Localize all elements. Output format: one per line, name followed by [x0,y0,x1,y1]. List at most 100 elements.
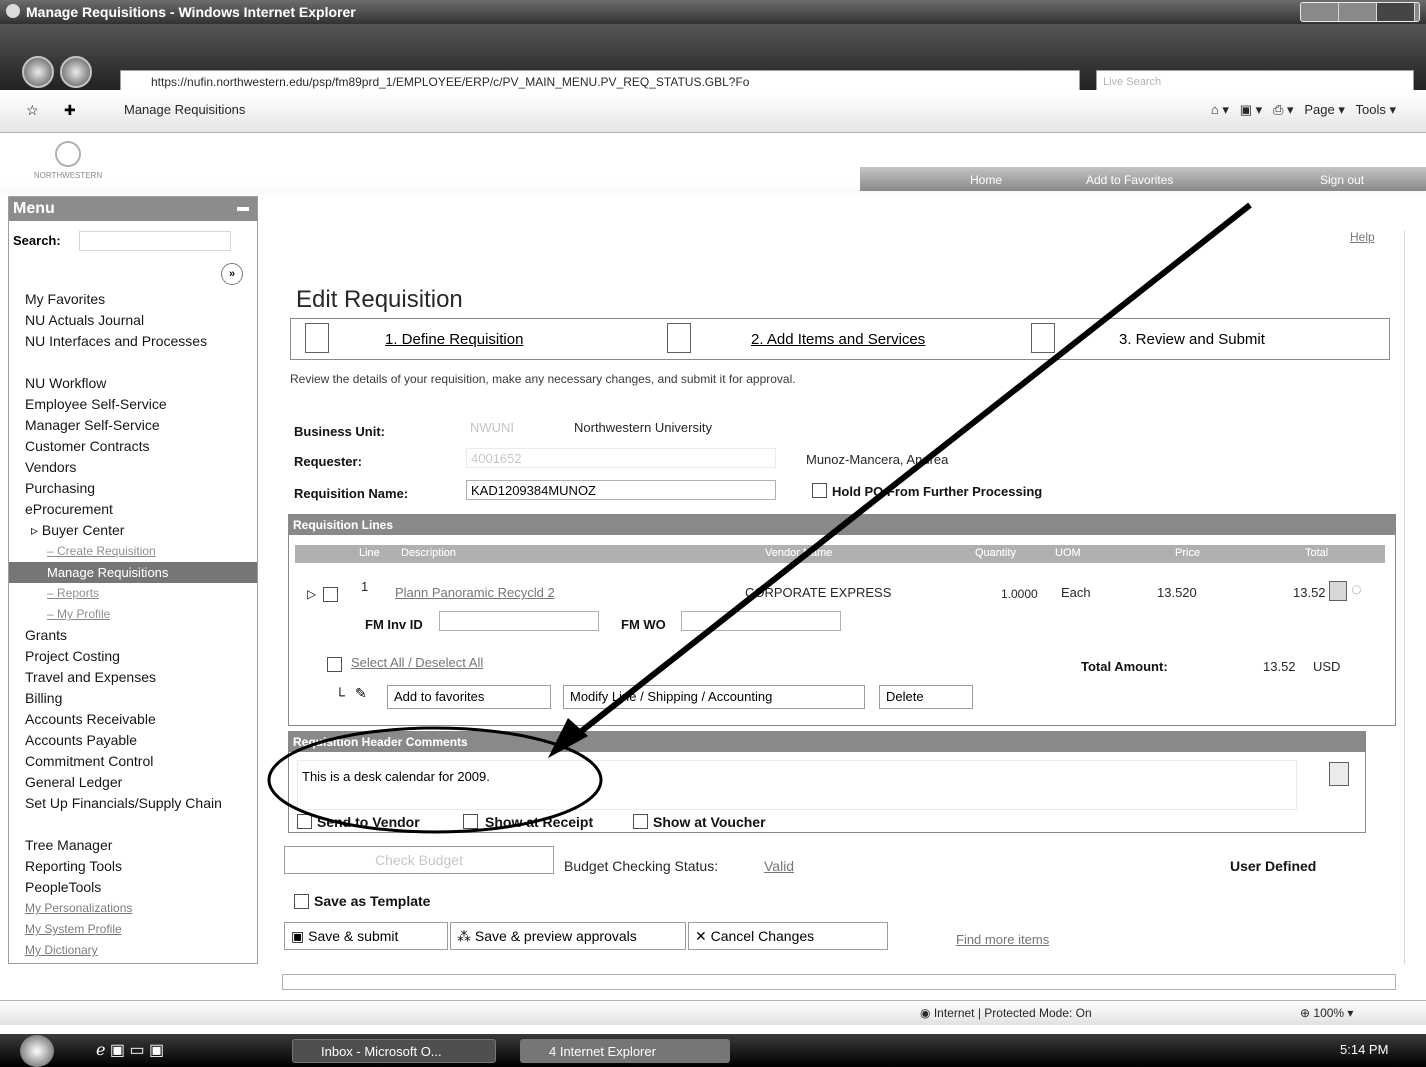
taskbar-item-ie[interactable]: 4 Internet Explorer [520,1039,730,1063]
line-select-checkbox[interactable] [323,587,338,602]
menu-item[interactable]: Employee Self-Service [9,394,257,415]
show-at-receipt-label: Show at Receipt [485,814,594,830]
page-menu[interactable]: Page ▾ [1304,102,1345,117]
live-search-input[interactable]: Live Search [1096,70,1414,92]
menu-item[interactable]: Vendors [9,457,257,478]
help-link[interactable]: Help [1350,230,1375,244]
menu-item[interactable]: Commitment Control [9,751,257,772]
check-budget-button[interactable]: Check Budget [284,846,554,874]
comment-textarea[interactable]: This is a desk calendar for 2009. [297,760,1297,810]
zoom-level[interactable]: ⊕ 100% ▾ [1300,1006,1353,1020]
requisition-name-input[interactable]: KAD1209384MUNOZ [466,480,776,500]
cancel-changes-button[interactable]: ✕ Cancel Changes [688,922,888,950]
menu-item[interactable]: Grants [9,625,257,646]
add-to-favorites-button[interactable]: Add to favorites [387,685,551,709]
search-go-icon[interactable]: » [221,263,243,285]
sign-out-link[interactable]: Sign out [1320,173,1364,187]
maximize-icon[interactable] [1339,3,1377,21]
menu-item[interactable]: Tree Manager [9,835,257,856]
col-line: Line [359,547,380,559]
tools-menu[interactable]: Tools ▾ [1356,102,1397,117]
menu-item[interactable]: eProcurement [9,499,257,520]
menu-item-selected[interactable]: Manage Requisitions [9,562,257,583]
menu-item[interactable]: Manager Self-Service [9,415,257,436]
fm-inv-input[interactable] [439,611,599,631]
comments-header: Requisition Header Comments [289,732,1365,752]
total-amount-label: Total Amount: [1081,659,1168,674]
menu-item[interactable]: My Personalizations [9,898,257,919]
delete-button[interactable]: Delete [879,685,973,709]
save-submit-button[interactable]: ▣ Save & submit [284,922,448,950]
collapse-icon[interactable] [237,207,249,211]
expand-icon[interactable]: ▷ [307,587,316,601]
menu-item[interactable]: NU Workflow [9,373,257,394]
hold-po-checkbox[interactable] [812,483,827,498]
back-button[interactable] [22,56,54,88]
vertical-scrollbar[interactable] [1404,230,1419,964]
menu-item[interactable]: NU Actuals Journal [9,310,257,331]
step-add-items[interactable]: 2. Add Items and Services [751,331,925,348]
status-bar: ◉ Internet | Protected Mode: On ⊕ 100% ▾ [0,1000,1426,1025]
print-icon[interactable]: ⎙ ▾ [1273,102,1294,117]
menu-item[interactable]: Accounts Payable [9,730,257,751]
menu-item[interactable]: Customer Contracts [9,436,257,457]
add-favorites-icon[interactable]: ✚ [64,102,76,119]
close-icon[interactable] [1377,3,1415,21]
menu-item[interactable]: General Ledger [9,772,257,793]
select-all-link[interactable]: Select All / Deselect All [351,655,483,670]
home-icon[interactable]: ⌂ ▾ [1211,102,1229,117]
select-all-checkbox[interactable] [327,657,342,672]
menu-item[interactable]: – Reports [9,583,257,604]
horizontal-scrollbar[interactable] [282,974,1396,990]
step-define[interactable]: 1. Define Requisition [385,331,523,348]
show-at-voucher-checkbox[interactable] [633,814,648,829]
menu-item[interactable]: Travel and Expenses [9,667,257,688]
window-controls[interactable] [1300,2,1420,22]
add-to-favorites-link[interactable]: Add to Favorites [1086,173,1173,187]
line-description-link[interactable]: Plann Panoramic Recycld 2 [395,585,555,600]
command-bar: ☆ ✚ Manage Requisitions ⌂ ▾ ▣ ▾ ⎙ ▾ Page… [0,90,1426,133]
menu-item[interactable]: Set Up Financials/Supply Chain [9,793,235,835]
feeds-icon[interactable]: ▣ ▾ [1240,102,1262,117]
requisition-lines-panel: Requisition Lines Line Description Vendo… [288,514,1396,726]
fm-wo-input[interactable] [681,611,841,631]
send-to-vendor-checkbox[interactable] [297,814,312,829]
home-link[interactable]: Home [970,173,1002,187]
show-at-receipt-checkbox[interactable] [463,814,478,829]
col-uom: UOM [1055,547,1081,559]
save-preview-button[interactable]: ⁂ Save & preview approvals [450,922,686,950]
spellcheck-icon[interactable] [1329,762,1349,786]
menu-item[interactable]: ▹ Buyer Center [9,520,257,541]
menu-item[interactable]: Reporting Tools [9,856,257,877]
budget-status-link[interactable]: Valid [764,858,794,874]
browser-tab[interactable]: Manage Requisitions [124,102,245,117]
menu-item[interactable]: Accounts Receivable [9,709,257,730]
menu-item[interactable]: Purchasing [9,478,257,499]
menu-item[interactable]: Billing [9,688,257,709]
modify-line-button[interactable]: Modify Line / Shipping / Accounting [563,685,865,709]
menu-item[interactable]: My Dictionary [9,940,257,961]
line-details-icon[interactable] [1329,581,1347,601]
menu-item[interactable]: – Create Requisition [9,541,257,562]
save-template-checkbox[interactable] [294,894,309,909]
minimize-icon[interactable] [1301,3,1339,21]
taskbar-item-outlook[interactable]: Inbox - Microsoft O... [292,1039,496,1063]
start-button[interactable] [20,1035,54,1067]
page-title: Edit Requisition [296,286,463,313]
menu-item[interactable]: – My Profile [9,604,257,625]
menu-item[interactable]: PeopleTools [9,877,257,898]
menu-search-input[interactable] [79,231,231,251]
quick-launch-icons[interactable]: ℯ ▣ ▭ ▣ [96,1040,164,1060]
find-more-items-link[interactable]: Find more items [956,932,1049,947]
menu-item[interactable]: My Favorites [9,289,257,310]
forward-button[interactable] [60,56,92,88]
favorites-star-icon[interactable]: ☆ [26,102,39,119]
menu-item[interactable]: My System Profile [9,919,257,940]
menu-item[interactable]: NU Interfaces and Processes [9,331,225,373]
total-amount-value: 13.52 [1263,659,1296,674]
user-defined-label: User Defined [1230,858,1317,874]
address-input[interactable]: https://nufin.northwestern.edu/psp/fm89p… [120,70,1080,92]
comment-icon[interactable]: ◌ [1351,579,1362,600]
requester-input[interactable]: 4001652 [466,448,776,468]
menu-item[interactable]: Project Costing [9,646,257,667]
